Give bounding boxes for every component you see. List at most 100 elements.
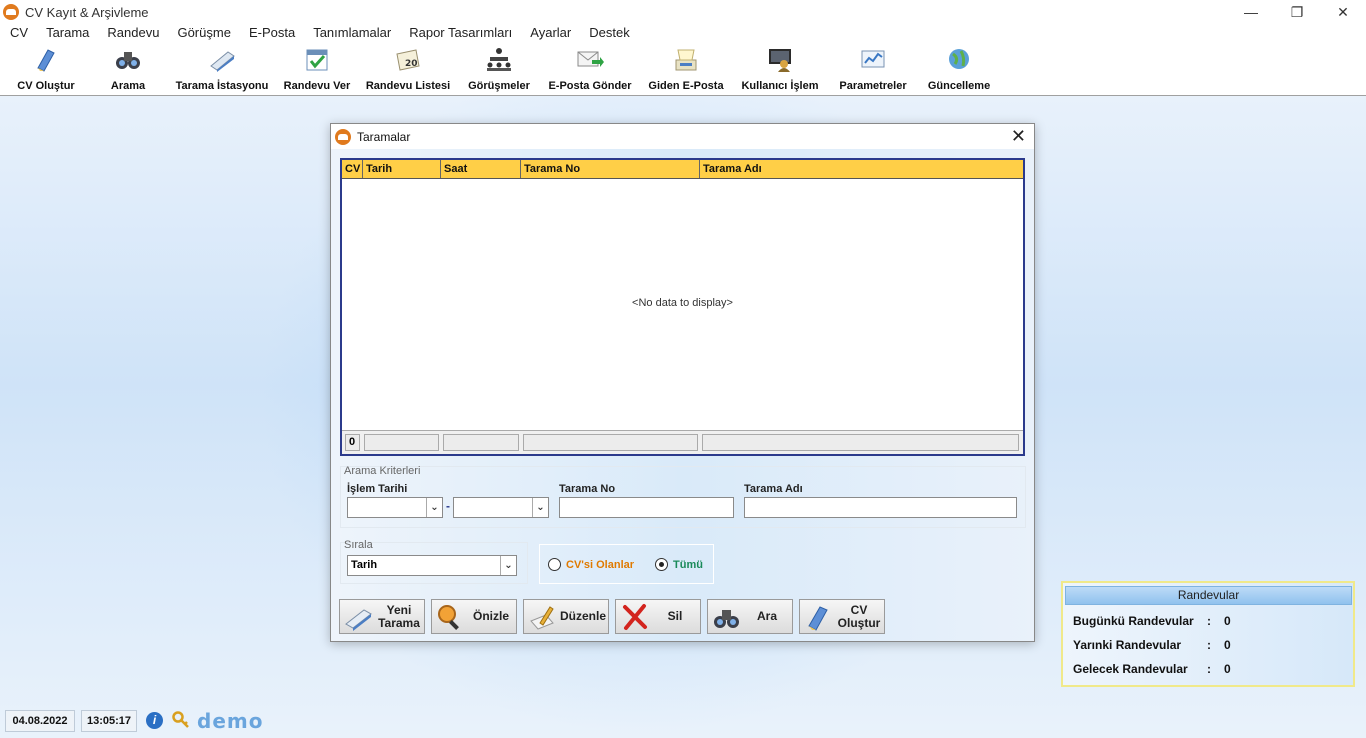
islem-tarihi-label: İşlem Tarihi xyxy=(347,483,408,495)
tumu-radio[interactable]: Tümü xyxy=(655,558,703,571)
edit-pen-icon xyxy=(530,605,554,630)
restore-button[interactable]: ❐ xyxy=(1274,0,1320,24)
toolbar-arama-button[interactable]: Arama xyxy=(108,46,148,92)
outbox-icon xyxy=(675,49,697,71)
calendar-icon: 20 xyxy=(396,49,420,71)
toolbar-gorusmeler-button[interactable]: Görüşmeler xyxy=(468,46,530,92)
dialog-title-bar: Taramalar ✕ xyxy=(331,124,1034,149)
delete-x-icon xyxy=(623,603,647,630)
status-date: 04.08.2022 xyxy=(5,710,75,732)
sil-button[interactable]: Sil xyxy=(615,599,701,634)
bugunku-randevular-count: 0 xyxy=(1224,614,1231,628)
footer-cell-tarama-adi xyxy=(701,434,1019,451)
cvsi-olanlar-radio[interactable]: CV'si Olanlar xyxy=(548,558,634,571)
meeting-icon xyxy=(487,48,511,71)
svg-text:20: 20 xyxy=(405,59,418,69)
app-logo-icon xyxy=(3,4,19,20)
scanner-icon xyxy=(210,51,235,72)
magnifier-icon xyxy=(438,604,459,630)
close-button[interactable]: ✕ xyxy=(1320,0,1366,24)
column-header-saat[interactable]: Saat xyxy=(441,160,521,178)
toolbar-randevu-ver-button[interactable]: Randevu Ver xyxy=(283,46,351,92)
toolbar-tarama-istasyonu-button[interactable]: Tarama İstasyonu xyxy=(175,46,269,92)
duzenle-button[interactable]: Düzenle xyxy=(523,599,609,634)
chevron-down-icon[interactable]: ⌄ xyxy=(426,498,442,517)
radio-button-checked[interactable] xyxy=(655,558,668,571)
toolbar-kullanici-islem-button[interactable]: Kullanıcı İşlem xyxy=(741,46,819,92)
bugunku-randevular-label: Bugünkü Randevular xyxy=(1073,614,1194,628)
window-title: CV Kayıt & Arşivleme xyxy=(25,4,149,20)
chevron-down-icon[interactable]: ⌄ xyxy=(532,498,548,517)
binoculars-icon xyxy=(116,52,140,69)
islem-tarihi-start-date[interactable]: ⌄ xyxy=(347,497,443,518)
dialog-title: Taramalar xyxy=(357,129,411,144)
ara-button[interactable]: Ara xyxy=(707,599,793,634)
menu-rapor-tasarimlari[interactable]: Rapor Tasarımları xyxy=(400,24,521,42)
menu-destek[interactable]: Destek xyxy=(580,24,638,42)
toolbar-giden-eposta-button[interactable]: Giden E-Posta xyxy=(648,46,724,92)
binoculars-icon xyxy=(714,609,739,628)
tumu-label: Tümü xyxy=(673,558,703,571)
sirala-label: Sırala xyxy=(344,539,373,551)
key-icon[interactable] xyxy=(172,711,190,729)
randevular-panel: Randevular Bugünkü Randevular : 0 Yarınk… xyxy=(1061,581,1355,687)
info-icon[interactable]: i xyxy=(146,712,163,729)
taramalar-grid[interactable]: CV Tarih Saat Tarama No Tarama Adı <No d… xyxy=(340,158,1025,456)
menu-randevu[interactable]: Randevu xyxy=(98,24,168,42)
cvsi-olanlar-label: CV'si Olanlar xyxy=(566,558,635,571)
tarama-no-label: Tarama No xyxy=(559,483,616,495)
column-header-tarama-adi[interactable]: Tarama Adı xyxy=(700,160,1023,178)
gelecek-randevular-row: Gelecek Randevular : 0 xyxy=(1073,662,1231,676)
grid-header: CV Tarih Saat Tarama No Tarama Adı xyxy=(342,160,1023,179)
title-bar: CV Kayıt & Arşivleme — ❐ ✕ xyxy=(0,0,1366,24)
onizle-button[interactable]: Önizle xyxy=(431,599,517,634)
app-logo-icon xyxy=(335,128,351,145)
column-header-tarama-no[interactable]: Tarama No xyxy=(521,160,700,178)
tarama-no-input[interactable] xyxy=(559,497,734,518)
yarinki-randevular-count: 0 xyxy=(1224,638,1231,652)
menu-tarama[interactable]: Tarama xyxy=(37,24,98,42)
status-time: 13:05:17 xyxy=(81,710,137,732)
toolbar-guncelleme-button[interactable]: Güncelleme xyxy=(928,46,990,92)
footer-cell-tarih xyxy=(363,434,439,451)
sirala-selected-value: Tarih xyxy=(351,559,378,571)
menu-gorusme[interactable]: Görüşme xyxy=(168,24,239,42)
menu-ayarlar[interactable]: Ayarlar xyxy=(521,24,580,42)
grid-empty-message: <No data to display> xyxy=(632,297,733,309)
grid-footer: 0 xyxy=(342,430,1023,454)
bugunku-randevular-row: Bugünkü Randevular : 0 xyxy=(1073,614,1231,628)
demo-badge: demo xyxy=(197,709,264,733)
row-separator: : xyxy=(1207,662,1211,676)
globe-update-icon xyxy=(949,49,969,69)
toolbar-randevu-listesi-button[interactable]: 20 Randevu Listesi xyxy=(366,46,450,92)
islem-tarihi-end-date[interactable]: ⌄ xyxy=(453,497,549,518)
minimize-button[interactable]: — xyxy=(1228,0,1274,24)
footer-cell-saat xyxy=(442,434,519,451)
radio-button[interactable] xyxy=(548,558,561,571)
taramalar-dialog: Taramalar ✕ CV Tarih Saat Tarama No Tara… xyxy=(330,123,1035,642)
date-range-separator: - xyxy=(446,499,450,513)
yarinki-randevular-row: Yarınki Randevular : 0 xyxy=(1073,638,1231,652)
toolbar: CV Oluştur Arama Tarama İstasyonu Randev… xyxy=(0,42,1366,96)
menu-cv[interactable]: CV xyxy=(0,24,37,42)
menu-tanimlamalar[interactable]: Tanımlamalar xyxy=(304,24,400,42)
parameters-icon xyxy=(861,50,885,68)
footer-cell-tarama-no xyxy=(522,434,698,451)
column-header-cv[interactable]: CV xyxy=(342,160,363,178)
menu-eposta[interactable]: E-Posta xyxy=(240,24,304,42)
dialog-close-button[interactable]: ✕ xyxy=(1011,127,1026,145)
toolbar-parametreler-button[interactable]: Parametreler xyxy=(837,46,909,92)
column-header-tarih[interactable]: Tarih xyxy=(363,160,441,178)
chevron-down-icon[interactable]: ⌄ xyxy=(500,556,516,575)
yeni-tarama-button[interactable]: Yeni Tarama xyxy=(339,599,425,634)
tarama-adi-input[interactable] xyxy=(744,497,1017,518)
row-separator: : xyxy=(1207,614,1211,628)
sirala-select[interactable]: Tarih ⌄ xyxy=(347,555,517,576)
toolbar-cv-olustur-button[interactable]: CV Oluştur xyxy=(17,46,75,92)
toolbar-eposta-gonder-button[interactable]: E-Posta Gönder xyxy=(548,46,632,92)
row-separator: : xyxy=(1207,638,1211,652)
tarama-adi-label: Tarama Adı xyxy=(744,483,803,495)
randevular-title: Randevular xyxy=(1065,586,1352,605)
cv-olustur-button[interactable]: CV Oluştur xyxy=(799,599,885,634)
cv-filter-group: CV'si Olanlar Tümü xyxy=(539,544,714,584)
